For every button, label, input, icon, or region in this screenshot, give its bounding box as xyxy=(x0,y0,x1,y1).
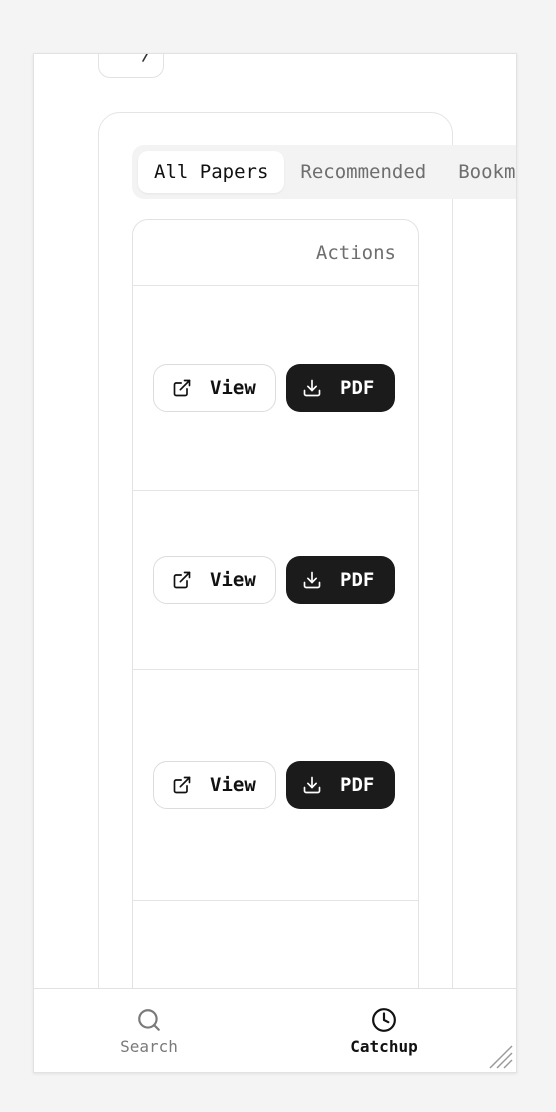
tab-all-papers[interactable]: All Papers xyxy=(138,151,285,193)
view-button-label: View xyxy=(210,569,256,591)
external-link-icon xyxy=(173,571,191,589)
download-icon xyxy=(303,379,321,397)
content-scroll-area[interactable]: All Papers Recommended Bookma Actions Vi… xyxy=(34,54,516,988)
view-button-label: View xyxy=(210,377,256,399)
view-button[interactable]: View xyxy=(153,761,276,809)
pdf-download-button[interactable]: PDF xyxy=(286,364,395,412)
bottom-navigation: Search Catchup xyxy=(34,988,516,1072)
pdf-button-label: PDF xyxy=(340,377,375,399)
table-row: View PDF xyxy=(133,491,418,670)
actions-column-header: Actions xyxy=(315,241,396,264)
external-link-icon xyxy=(173,776,191,794)
download-icon xyxy=(303,776,321,794)
nav-catchup[interactable]: Catchup xyxy=(324,989,444,1072)
table-row: View PDF xyxy=(133,286,418,491)
arrow-icon xyxy=(142,54,148,62)
papers-tabs: All Papers Recommended Bookma xyxy=(132,145,516,199)
tab-recommended[interactable]: Recommended xyxy=(284,151,442,193)
table-row xyxy=(133,901,418,988)
papers-table: Actions View PDF View PDF View PDF xyxy=(132,219,419,988)
view-button[interactable]: View xyxy=(153,556,276,604)
table-row: View PDF xyxy=(133,670,418,901)
table-header: Actions xyxy=(133,220,418,286)
app-window: All Papers Recommended Bookma Actions Vi… xyxy=(33,53,517,1073)
resize-grip-icon[interactable] xyxy=(488,1044,514,1070)
download-icon xyxy=(303,571,321,589)
nav-catchup-label: Catchup xyxy=(350,1036,418,1056)
search-icon xyxy=(138,1008,160,1031)
nav-search[interactable]: Search xyxy=(89,989,209,1072)
view-button-label: View xyxy=(210,774,256,796)
pdf-download-button[interactable]: PDF xyxy=(286,761,395,809)
view-button[interactable]: View xyxy=(153,364,276,412)
pdf-download-button[interactable]: PDF xyxy=(286,556,395,604)
pdf-button-label: PDF xyxy=(340,569,375,591)
tab-bookmarks[interactable]: Bookma xyxy=(442,151,516,193)
clock-icon xyxy=(372,1007,396,1032)
pdf-button-label: PDF xyxy=(340,774,375,796)
previous-card-edge xyxy=(98,54,164,78)
nav-search-label: Search xyxy=(120,1036,178,1056)
external-link-icon xyxy=(173,379,191,397)
